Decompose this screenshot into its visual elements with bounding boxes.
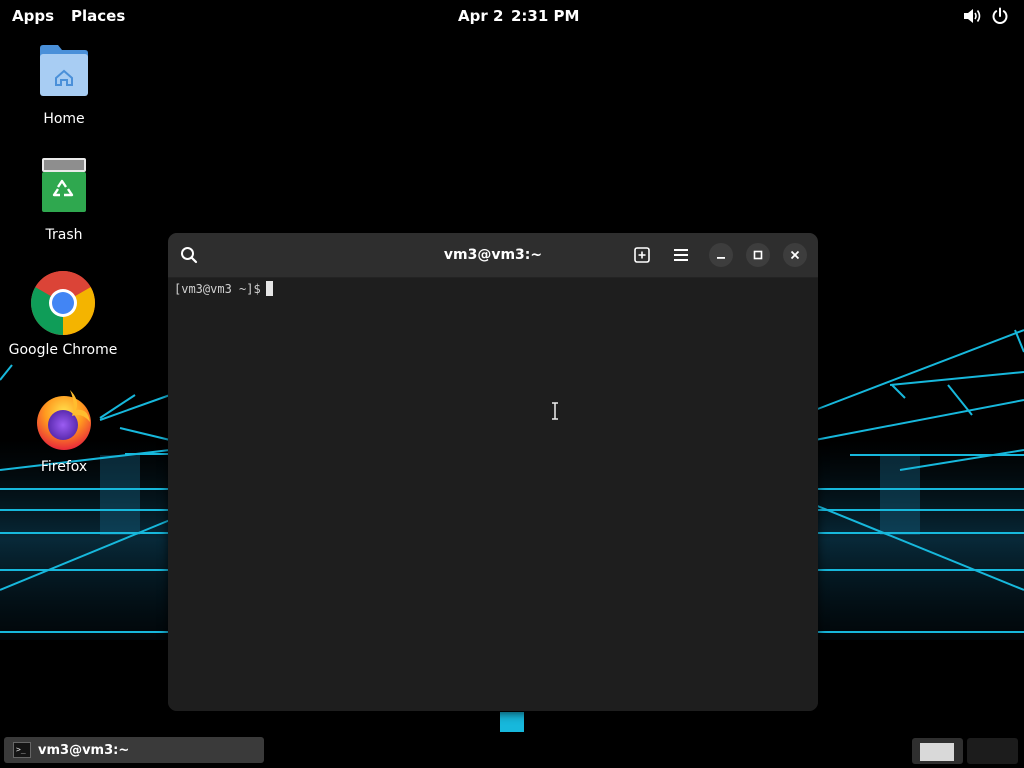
menu-button[interactable] [667, 242, 695, 268]
firefox-icon [37, 390, 91, 450]
workspace-window-thumbnail [920, 743, 954, 761]
desktop-icon-label: Trash [45, 227, 83, 243]
new-tab-button[interactable] [628, 242, 656, 268]
desktop-icon-trash[interactable]: Trash [4, 156, 124, 243]
places-menu[interactable]: Places [71, 6, 125, 26]
volume-icon[interactable] [962, 7, 982, 25]
search-button[interactable] [176, 242, 202, 268]
taskbar-window-button[interactable]: >_ vm3@vm3:~ [4, 737, 264, 763]
minimize-button[interactable] [709, 243, 733, 267]
maximize-button[interactable] [746, 243, 770, 267]
minimize-icon [717, 257, 725, 259]
new-tab-icon [634, 247, 650, 263]
home-folder-icon [40, 45, 88, 96]
desktop-icon-label: Firefox [40, 459, 88, 475]
desktop: Apps Places Apr 2 2:31 PM Home Trash Goo… [0, 0, 1024, 768]
desktop-icon-label: Google Chrome [8, 342, 118, 358]
ibeam-cursor-icon [552, 402, 558, 420]
clock-time[interactable]: 2:31 PM [511, 6, 579, 26]
search-icon [181, 247, 198, 264]
maximize-icon [753, 250, 763, 260]
close-button[interactable] [783, 243, 807, 267]
text-cursor [265, 281, 273, 296]
workspace-switcher-2[interactable] [967, 738, 1018, 764]
hamburger-menu-icon [674, 249, 688, 261]
terminal-icon: >_ [13, 742, 31, 758]
chrome-icon [31, 271, 95, 335]
taskbar-window-label: vm3@vm3:~ [38, 742, 130, 758]
terminal-window[interactable]: vm3@vm3:~ [vm3@vm3 ~]$ [168, 233, 818, 711]
terminal-header-bar[interactable]: vm3@vm3:~ [168, 233, 818, 278]
bottom-panel: >_ vm3@vm3:~ [0, 734, 1024, 768]
shell-prompt: [vm3@vm3 ~]$ [174, 282, 261, 296]
trash-icon [42, 158, 86, 212]
power-icon[interactable] [991, 7, 1009, 25]
apps-menu[interactable]: Apps [12, 6, 54, 26]
desktop-icon-chrome[interactable]: Google Chrome [3, 271, 123, 358]
desktop-icon-label: Home [43, 111, 85, 127]
desktop-icon-firefox[interactable]: Firefox [4, 388, 124, 475]
top-bar: Apps Places Apr 2 2:31 PM [0, 0, 1024, 32]
prompt-line: [vm3@vm3 ~]$ [174, 281, 273, 297]
close-icon [790, 250, 800, 260]
desktop-icon-home[interactable]: Home [4, 40, 124, 127]
workspace-switcher-1[interactable] [912, 738, 963, 764]
terminal-output-area[interactable]: [vm3@vm3 ~]$ [168, 278, 818, 711]
clock-date[interactable]: Apr 2 [458, 6, 503, 26]
